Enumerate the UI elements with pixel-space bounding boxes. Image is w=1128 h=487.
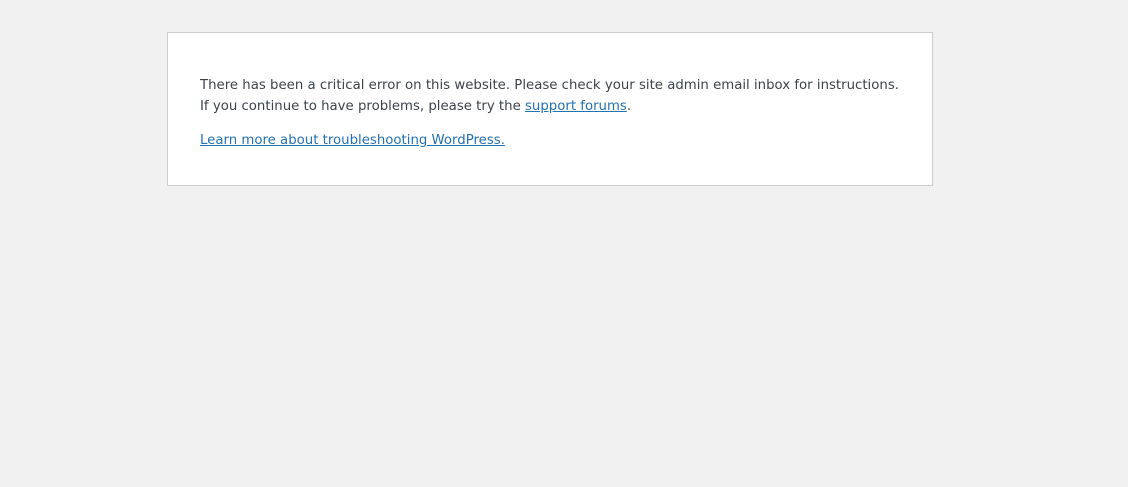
support-forums-link[interactable]: support forums — [525, 99, 627, 114]
critical-error-box: There has been a critical error on this … — [167, 32, 933, 186]
troubleshooting-link[interactable]: Learn more about troubleshooting WordPre… — [200, 133, 505, 148]
error-message: There has been a critical error on this … — [200, 75, 900, 117]
error-message-period: . — [626, 99, 632, 114]
troubleshooting-paragraph: Learn more about troubleshooting WordPre… — [200, 130, 900, 151]
